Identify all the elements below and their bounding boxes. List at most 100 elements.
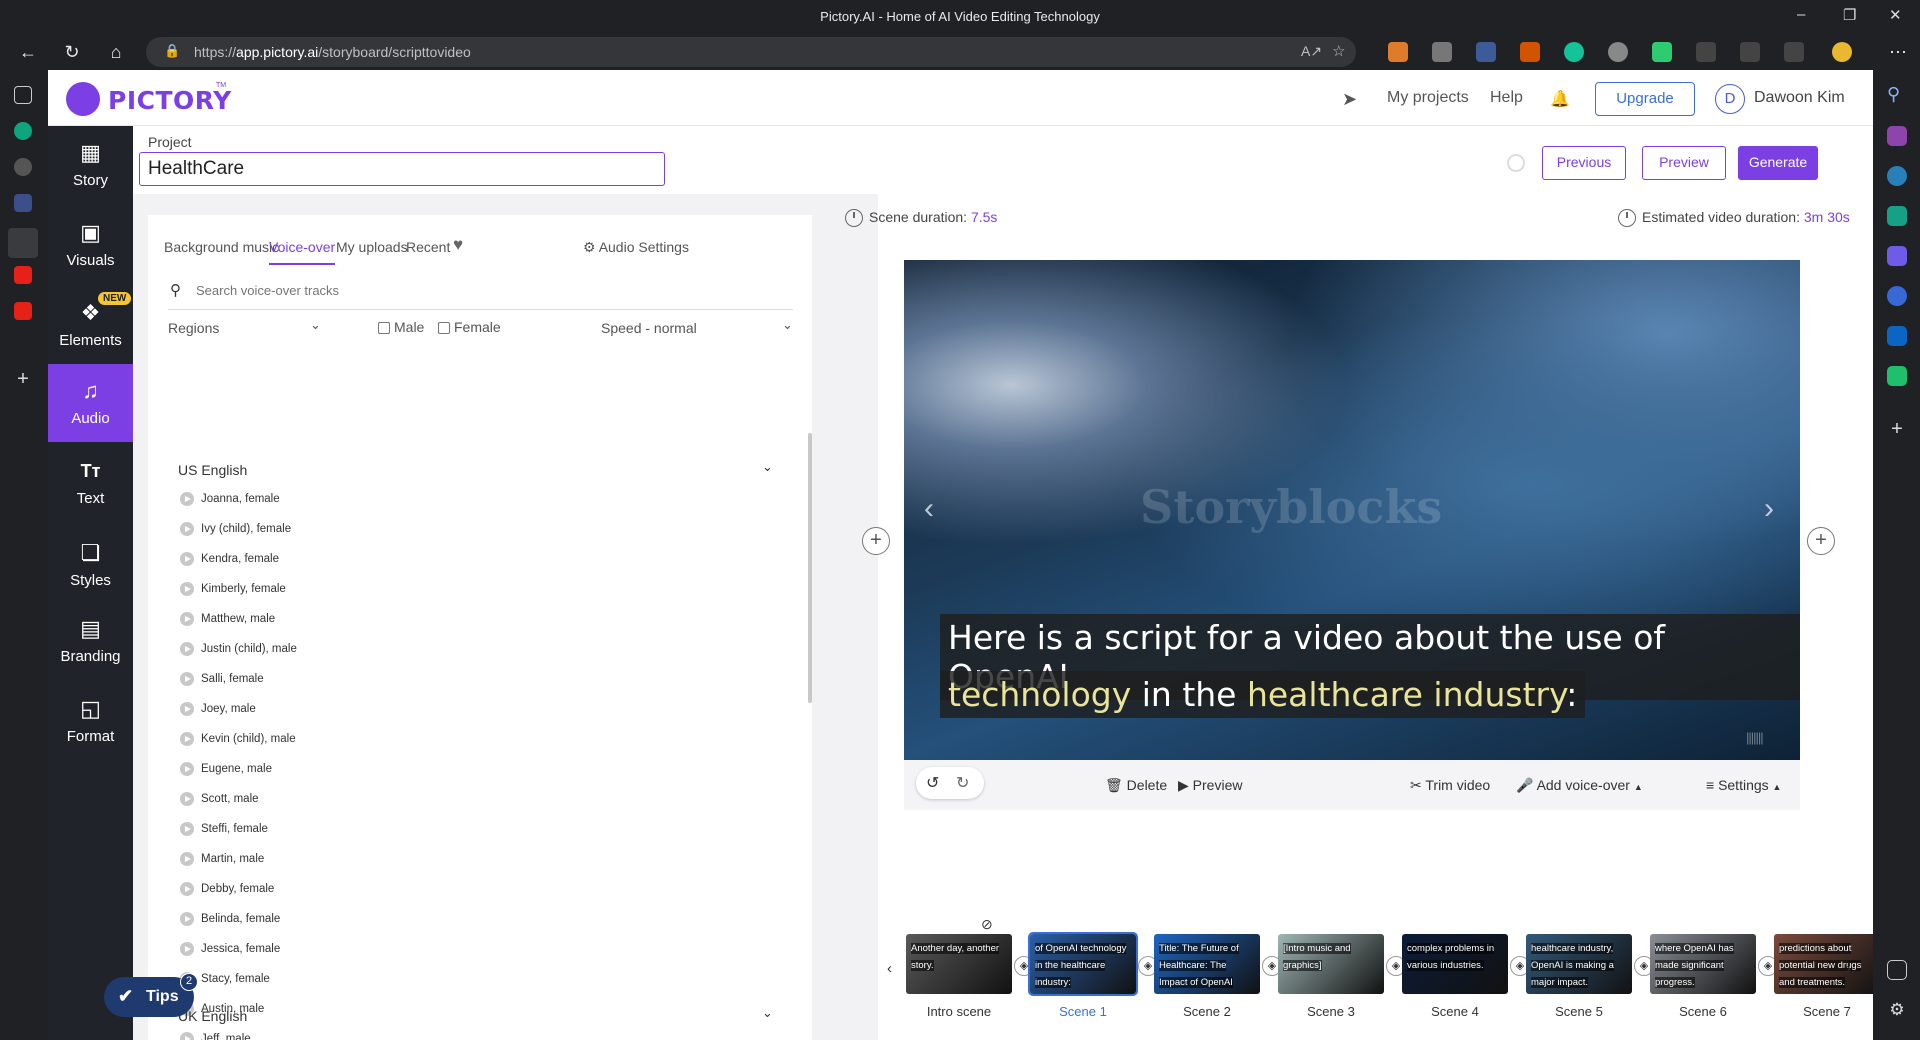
list-item[interactable]: Joanna, female [180,492,280,514]
address-bar[interactable]: 🔒 https://app.pictory.ai/storyboard/scri… [146,37,1356,67]
nav-visuals[interactable]: ▣ Visuals [48,206,133,284]
play-icon[interactable] [180,672,194,686]
back-icon[interactable]: ← [16,40,40,64]
list-item[interactable]: Jessica, female [180,942,280,964]
play-icon[interactable] [180,822,194,836]
sidebar-toggle-icon[interactable] [1887,960,1907,980]
scene-thumbnail[interactable]: [Intro music and graphics] [1278,934,1384,994]
play-icon[interactable] [180,642,194,656]
avatar[interactable]: D [1715,84,1745,114]
nav-text[interactable]: Tт Text [48,444,133,522]
play-icon[interactable] [180,912,194,926]
scene-label[interactable]: Scene 1 [1030,1004,1136,1019]
extension-icon[interactable] [1608,42,1628,62]
scene-label[interactable]: Intro scene [906,1004,1012,1019]
scene-thumbnail[interactable]: complex problems in various industries. [1402,934,1508,994]
scene-thumbnail[interactable]: where OpenAI has made significant progre… [1650,934,1756,994]
chevron-down-icon[interactable]: ⌄ [762,459,773,475]
play-icon[interactable] [180,612,194,626]
add-voice-over-button[interactable]: 🎤 Add voice-over ▲ [1516,777,1643,794]
prev-visual-arrow-icon[interactable]: ‹ [924,492,934,526]
nav-branding[interactable]: ▤ Branding [48,602,133,680]
list-item[interactable]: Belinda, female [180,912,280,934]
scene-label[interactable]: Scene 7 [1774,1004,1873,1019]
nav-styles[interactable]: ❏ Styles [48,526,133,604]
minimize-icon[interactable]: – [1797,6,1805,23]
favorite-icon[interactable]: ☆ [1332,42,1345,60]
preview-button[interactable]: Preview [1642,146,1726,180]
redo-icon[interactable]: ↻ [956,773,969,793]
list-item[interactable]: Salli, female [180,672,264,694]
youtube-tab-icon[interactable] [14,266,32,284]
extensions-puzzle-icon[interactable] [1696,42,1716,62]
play-icon[interactable] [180,762,194,776]
audio-settings-button[interactable]: ⚙ Audio Settings [583,239,689,256]
list-item[interactable]: Joey, male [180,702,256,724]
search-input[interactable] [196,283,696,298]
list-item[interactable]: Matthew, male [180,612,275,634]
group-us-english[interactable]: US English [178,462,247,478]
scene-thumbnail[interactable]: predictions about potential new drugs an… [1774,934,1873,994]
scrollbar[interactable] [808,433,812,703]
next-visual-arrow-icon[interactable]: › [1764,492,1774,526]
list-item[interactable]: Ivy (child), female [180,522,291,544]
grammarly-icon[interactable] [1564,42,1584,62]
list-item[interactable]: Jeff, male [180,1032,251,1040]
play-icon[interactable] [180,492,194,506]
sidebar-app-icon[interactable] [1887,166,1907,186]
scene-label[interactable]: Scene 5 [1526,1004,1632,1019]
generate-button[interactable]: Generate [1738,146,1818,180]
close-icon[interactable]: ✕ [1889,6,1902,24]
play-icon[interactable] [180,882,194,896]
play-icon[interactable] [180,732,194,746]
play-icon[interactable] [180,852,194,866]
add-scene-after-button[interactable]: + [1807,527,1835,555]
play-icon[interactable] [180,552,194,566]
extension-icon[interactable] [1520,42,1540,62]
nav-audio[interactable]: ♫ Audio [48,364,133,442]
outlook-icon[interactable] [1887,326,1907,346]
list-item[interactable]: Martin, male [180,852,264,874]
settings-icon[interactable]: ⚙ [1887,1000,1907,1020]
favorites-icon[interactable] [1740,42,1760,62]
undo-icon[interactable]: ↺ [926,773,939,793]
list-item[interactable]: Kendra, female [180,552,279,574]
more-icon[interactable]: ⋯ [1886,40,1910,64]
play-icon[interactable] [180,1032,194,1040]
refresh-icon[interactable]: ↻ [60,40,84,64]
home-icon[interactable]: ⌂ [104,40,128,64]
extension-icon[interactable] [1476,42,1496,62]
favorites-heart-icon[interactable]: ♥ [453,235,463,255]
tab-icon[interactable] [14,194,32,212]
add-sidebar-icon[interactable]: + [1887,419,1907,440]
scene-thumbnail[interactable]: Title: The Future of Healthcare: The Imp… [1154,934,1260,994]
sidebar-app-icon[interactable] [1887,126,1907,146]
play-icon[interactable] [180,792,194,806]
chatgpt-tab-icon[interactable] [14,122,32,140]
search-icon[interactable]: ⚲ [1887,84,1907,104]
extension-icon[interactable] [1652,42,1672,62]
trim-video-button[interactable]: ✂ Trim video [1410,777,1490,794]
play-icon[interactable] [180,942,194,956]
nav-story[interactable]: ▦ Story [48,126,133,204]
list-item[interactable]: Eugene, male [180,762,272,784]
chevron-down-icon[interactable]: ⌄ [310,317,321,333]
list-item[interactable]: Kevin (child), male [180,732,296,754]
hidden-eye-icon[interactable]: ⊘ [981,916,993,933]
restore-icon[interactable]: ❐ [1843,6,1856,24]
timeline-prev-icon[interactable]: ‹ [887,960,892,977]
tab-background-music[interactable]: Background music [164,239,279,255]
project-name-input[interactable] [139,152,665,186]
previous-button[interactable]: Previous [1542,146,1626,180]
scene-thumbnail[interactable]: Another day, another story. [906,934,1012,994]
metamask-icon[interactable] [1388,42,1408,62]
list-item[interactable]: Scott, male [180,792,259,814]
scene-video-preview[interactable]: Storyblocks ‹ › Here is a script for a v… [904,260,1800,760]
profile-avatar-icon[interactable] [1832,42,1852,62]
sidebar-app-icon[interactable] [1887,206,1907,226]
scene-label[interactable]: Scene 6 [1650,1004,1756,1019]
speed-dropdown[interactable]: Speed - normal [601,320,697,336]
tab-my-uploads[interactable]: My uploads [336,239,408,255]
scene-label[interactable]: Scene 4 [1402,1004,1508,1019]
list-item[interactable]: Steffi, female [180,822,268,844]
